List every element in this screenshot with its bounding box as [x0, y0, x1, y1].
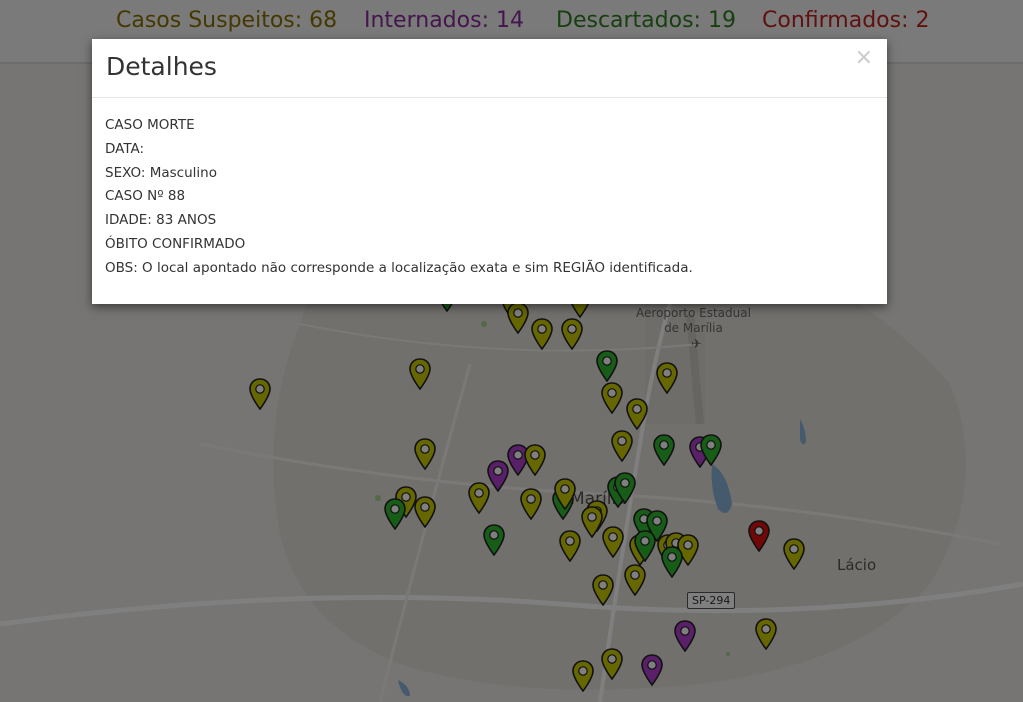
detail-line-age: IDADE: 83 ANOS: [105, 212, 217, 229]
detail-line-date: DATA:: [105, 140, 145, 157]
detail-line-case-type: CASO MORTE: [105, 117, 195, 133]
details-modal: Detalhes × CASO MORTE DATA: SEXO: Mascul…: [92, 39, 887, 304]
modal-body: CASO MORTE DATA: SEXO: Masculino CASO Nº…: [92, 98, 887, 297]
modal-title: Detalhes: [106, 52, 217, 81]
modal-header: Detalhes ×: [92, 39, 887, 98]
detail-line-case-number: CASO Nº 88: [105, 188, 186, 205]
detail-line-obs: OBS: O local apontado não corresponde a …: [105, 259, 693, 276]
detail-line-sex: SEXO: Masculino: [105, 164, 217, 181]
close-icon[interactable]: ×: [855, 45, 873, 70]
detail-line-status: ÓBITO CONFIRMADO: [105, 235, 246, 252]
